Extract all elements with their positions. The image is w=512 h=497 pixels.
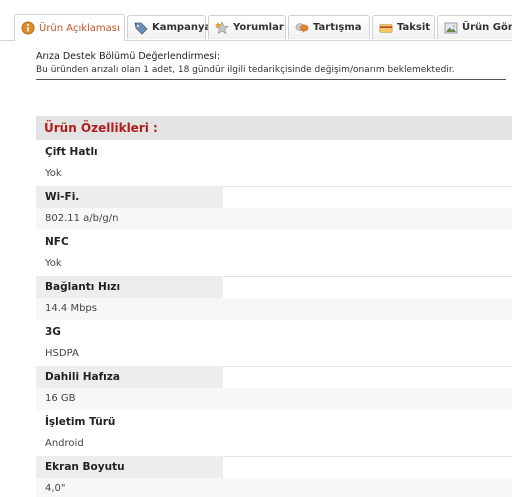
tag-icon: [134, 21, 148, 35]
evaluation-text: Bu üründen arızalı olan 1 adet, 18 gündü…: [36, 64, 506, 80]
feature-row: Wi-Fi. 802.11 a/b/g/n: [36, 186, 512, 231]
feature-value: 14.4 Mbps: [36, 298, 512, 320]
tab-label: Kampanya: [152, 22, 212, 33]
evaluation-title: Arıza Destek Bölümü Değerlendirmesi:: [36, 51, 221, 62]
feature-row: İşletim Türü Android: [36, 411, 512, 456]
feature-value: Android: [45, 438, 84, 449]
image-icon: [444, 21, 458, 35]
feature-label: NFC: [45, 236, 69, 248]
features-header: Ürün Özellikleri :: [36, 116, 512, 140]
chat-bubbles-icon: [295, 21, 309, 35]
product-tabs: Ürün Açıklaması Kampanya Yorumlar Tartış…: [0, 0, 512, 41]
tab-label: Taksit: [397, 22, 431, 33]
row-divider: [223, 366, 512, 367]
feature-label: Ekran Boyutu: [36, 456, 223, 478]
tab-label: Yorumlar: [233, 22, 284, 33]
row-divider: [223, 456, 512, 457]
tab-product-description[interactable]: Ürün Açıklaması: [14, 14, 125, 41]
fault-support-evaluation: Arıza Destek Bölümü Değerlendirmesi: Bu …: [36, 50, 506, 80]
feature-value: 802.11 a/b/g/n: [36, 208, 512, 230]
row-divider: [223, 186, 512, 187]
feature-value: 4,0": [36, 478, 512, 497]
tab-label: Ürün Açıklaması: [39, 22, 120, 34]
tab-discussion[interactable]: Tartışma: [288, 15, 370, 39]
feature-label: İşletim Türü: [45, 416, 116, 428]
tab-label: Tartışma: [313, 22, 362, 33]
star-comment-icon: [215, 20, 229, 35]
feature-row: Dahili Hafıza 16 GB: [36, 366, 512, 411]
feature-row: Bağlantı Hızı 14.4 Mbps: [36, 276, 512, 321]
features-list: Çift Hatlı Yok Wi-Fi. 802.11 a/b/g/n NFC…: [36, 141, 512, 497]
feature-label: Dahili Hafıza: [36, 366, 223, 388]
tab-product-images[interactable]: Ürün Görs: [437, 15, 512, 39]
row-divider: [223, 276, 512, 277]
feature-value: Yok: [45, 258, 62, 269]
info-icon: [21, 21, 35, 35]
feature-value: 16 GB: [36, 388, 512, 410]
feature-value: Yok: [45, 168, 62, 179]
feature-row: Ekran Boyutu 4,0": [36, 456, 512, 497]
tab-reviews[interactable]: Yorumlar: [208, 15, 286, 39]
feature-label: Wi-Fi.: [36, 186, 223, 208]
feature-row: NFC Yok: [36, 231, 512, 276]
feature-row: Çift Hatlı Yok: [36, 141, 512, 186]
feature-label: Çift Hatlı: [45, 146, 98, 158]
product-page: Ürün Açıklaması Kampanya Yorumlar Tartış…: [0, 0, 512, 497]
tab-installment[interactable]: Taksit: [372, 15, 435, 39]
feature-row: 3G HSDPA: [36, 321, 512, 366]
feature-label: 3G: [45, 326, 61, 338]
credit-card-icon: [379, 21, 393, 35]
tab-campaign[interactable]: Kampanya: [127, 15, 211, 39]
feature-value: HSDPA: [45, 348, 79, 359]
tab-label: Ürün Görs: [462, 22, 512, 33]
feature-label: Bağlantı Hızı: [36, 276, 223, 298]
